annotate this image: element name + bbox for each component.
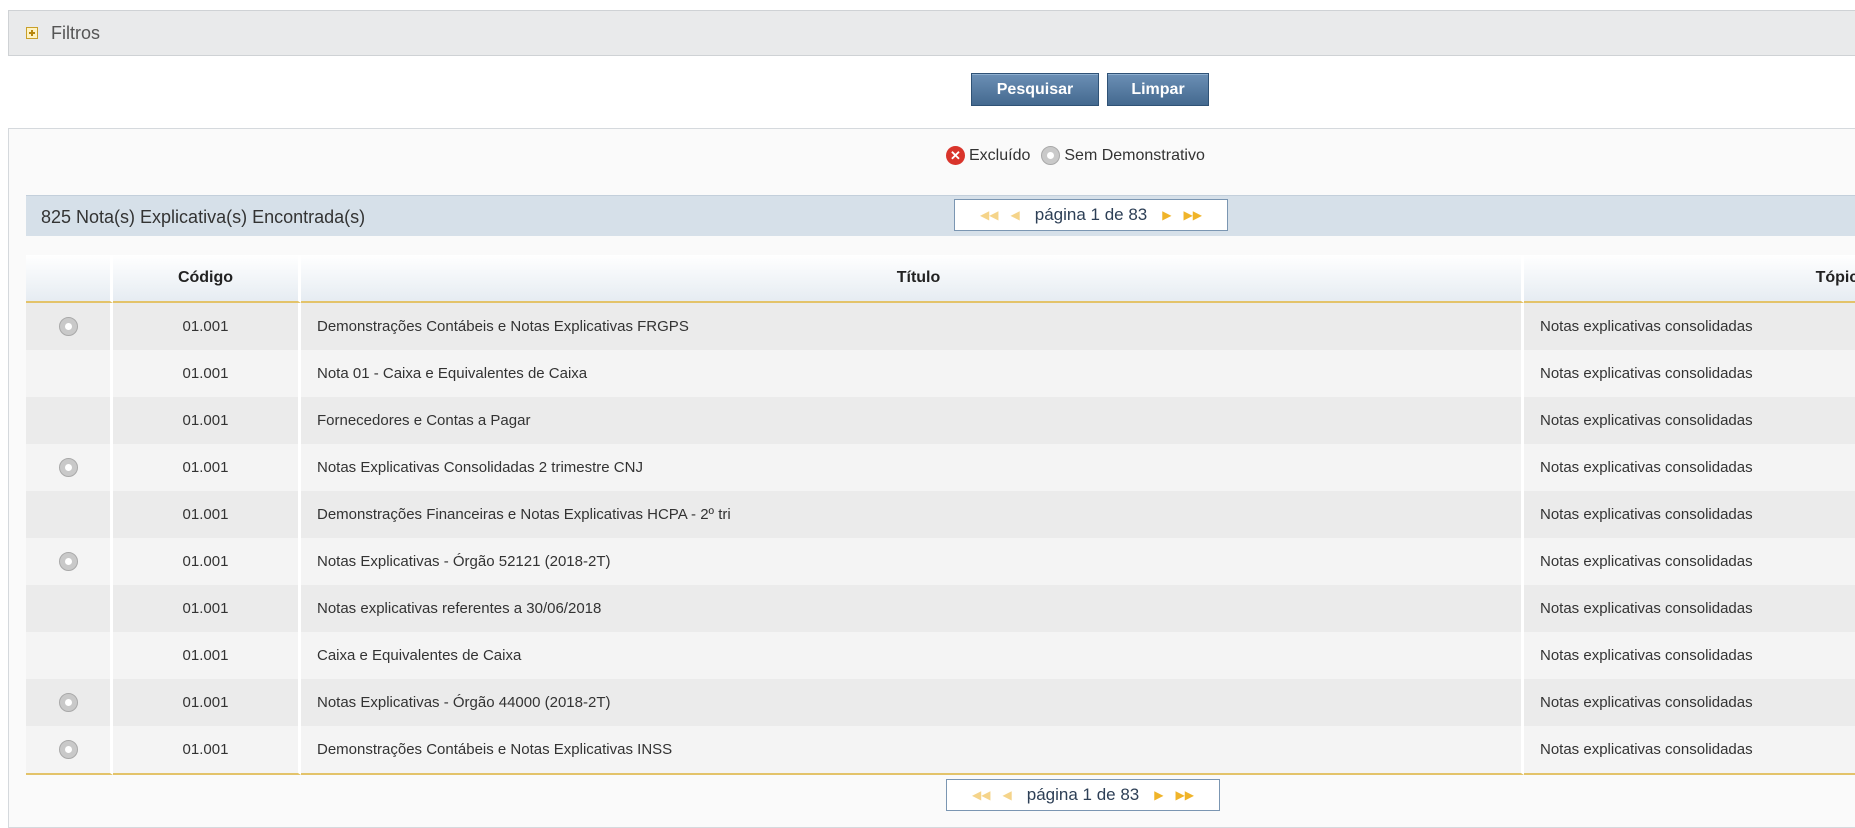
- last-page-icon[interactable]: ▶▶: [1175, 788, 1193, 802]
- no-statement-icon: [58, 317, 78, 336]
- table-row[interactable]: 01.001 Nota 01 - Caixa e Equivalentes de …: [26, 350, 1855, 397]
- results-count: 825 Nota(s) Explicativa(s) Encontrada(s): [41, 207, 366, 227]
- row-title[interactable]: Notas Explicativas - Órgão 52121 (2018-2…: [301, 538, 1524, 585]
- row-code: 01.001: [113, 679, 301, 726]
- row-status-cell: [26, 632, 113, 679]
- next-page-icon[interactable]: ▶: [1154, 788, 1163, 802]
- row-topic: Notas explicativas consolidadas: [1524, 491, 1855, 538]
- row-status-cell: [26, 350, 113, 397]
- page-indicator: página 1 de 83: [1026, 785, 1140, 804]
- no-statement-icon: [58, 552, 78, 571]
- row-code: 01.001: [113, 538, 301, 585]
- row-title[interactable]: Notas Explicativas Consolidadas 2 trimes…: [301, 444, 1524, 491]
- first-page-icon[interactable]: ◀◀: [972, 788, 990, 802]
- col-title-header[interactable]: Título: [301, 255, 1524, 303]
- row-topic: Notas explicativas consolidadas: [1524, 538, 1855, 585]
- next-page-icon[interactable]: ▶: [1162, 208, 1171, 222]
- row-status-cell: [26, 585, 113, 632]
- row-code: 01.001: [113, 397, 301, 444]
- row-title[interactable]: Fornecedores e Contas a Pagar: [301, 397, 1524, 444]
- results-header: 825 Nota(s) Explicativa(s) Encontrada(s): [26, 195, 1855, 236]
- table-row[interactable]: 01.001 Notas Explicativas Consolidadas 2 …: [26, 444, 1855, 491]
- row-code: 01.001: [113, 726, 301, 775]
- notes-table: Código Título Tópico 01.001Demonstrações…: [26, 255, 1855, 775]
- table-row[interactable]: 01.001 Fornecedores e Contas a Pagar Notas…: [26, 397, 1855, 444]
- last-page-icon[interactable]: ▶▶: [1183, 208, 1201, 222]
- row-topic: Notas explicativas consolidadas: [1524, 679, 1855, 726]
- row-topic: Notas explicativas consolidadas: [1524, 632, 1855, 679]
- col-code-header[interactable]: Código: [113, 255, 301, 303]
- row-topic: Notas explicativas consolidadas: [1524, 397, 1855, 444]
- row-code: 01.001: [113, 350, 301, 397]
- status-legend: ✕ Excluído Sem Demonstrativo: [946, 146, 1216, 165]
- plus-box-icon[interactable]: [26, 27, 38, 39]
- row-title[interactable]: Notas explicativas referentes a 30/06/20…: [301, 585, 1524, 632]
- row-title[interactable]: Demonstrações Financeiras e Notas Explic…: [301, 491, 1524, 538]
- row-status-cell: [26, 397, 113, 444]
- clear-button[interactable]: Limpar: [1107, 73, 1209, 106]
- row-title[interactable]: Nota 01 - Caixa e Equivalentes de Caixa: [301, 350, 1524, 397]
- col-status-header: [26, 255, 113, 303]
- table-row[interactable]: 01.001 Demonstrações Contábeis e Notas Ex…: [26, 303, 1855, 350]
- row-topic: Notas explicativas consolidadas: [1524, 444, 1855, 491]
- legend-no-statement-label: Sem Demonstrativo: [1064, 146, 1205, 164]
- pager-bottom: ◀◀ ◀ página 1 de 83 ▶ ▶▶: [946, 779, 1220, 811]
- table-row[interactable]: 01.001 Demonstrações Contábeis e Notas Ex…: [26, 726, 1855, 775]
- row-status-cell: [26, 444, 113, 491]
- legend-excluded-label: Excluído: [969, 146, 1031, 164]
- row-status-cell: [26, 491, 113, 538]
- table-row[interactable]: 01.001 Caixa e Equivalentes de Caixa Notas…: [26, 632, 1855, 679]
- filters-toggle[interactable]: Filtros: [8, 10, 1855, 56]
- row-status-cell: [26, 726, 113, 775]
- row-code: 01.001: [113, 632, 301, 679]
- row-status-cell: [26, 303, 113, 350]
- no-statement-icon: [58, 458, 78, 477]
- row-title[interactable]: Demonstrações Contábeis e Notas Explicat…: [301, 303, 1524, 350]
- row-code: 01.001: [113, 491, 301, 538]
- row-code: 01.001: [113, 585, 301, 632]
- table-row[interactable]: 01.001 Notas Explicativas - Órgão 44000 (…: [26, 679, 1855, 726]
- filters-label[interactable]: Filtros: [51, 23, 100, 44]
- row-code: 01.001: [113, 444, 301, 491]
- prev-page-icon[interactable]: ◀: [1011, 208, 1020, 222]
- no-statement-icon: [58, 693, 78, 712]
- row-title[interactable]: Notas Explicativas - Órgão 44000 (2018-2…: [301, 679, 1524, 726]
- row-code: 01.001: [113, 303, 301, 350]
- row-status-cell: [26, 538, 113, 585]
- table-row[interactable]: 01.001 Notas Explicativas - Órgão 52121 (…: [26, 538, 1855, 585]
- prev-page-icon[interactable]: ◀: [1003, 788, 1012, 802]
- row-topic: Notas explicativas consolidadas: [1524, 350, 1855, 397]
- pager-top: ◀◀ ◀ página 1 de 83 ▶ ▶▶: [954, 199, 1228, 231]
- first-page-icon[interactable]: ◀◀: [980, 208, 998, 222]
- no-statement-icon: [1041, 146, 1061, 165]
- table-row[interactable]: 01.001 Notas explicativas referentes a 30…: [26, 585, 1855, 632]
- row-title[interactable]: Demonstrações Contábeis e Notas Explicat…: [301, 726, 1524, 775]
- page-indicator: página 1 de 83: [1034, 205, 1148, 224]
- no-statement-icon: [58, 740, 78, 759]
- row-status-cell: [26, 679, 113, 726]
- excluded-icon: ✕: [946, 146, 965, 165]
- search-button[interactable]: Pesquisar: [971, 73, 1099, 106]
- row-topic: Notas explicativas consolidadas: [1524, 303, 1855, 350]
- col-topic-header[interactable]: Tópico: [1524, 255, 1855, 303]
- row-topic: Notas explicativas consolidadas: [1524, 585, 1855, 632]
- row-title[interactable]: Caixa e Equivalentes de Caixa: [301, 632, 1524, 679]
- table-row[interactable]: 01.001 Demonstrações Financeiras e Notas …: [26, 491, 1855, 538]
- row-topic: Notas explicativas consolidadas: [1524, 726, 1855, 775]
